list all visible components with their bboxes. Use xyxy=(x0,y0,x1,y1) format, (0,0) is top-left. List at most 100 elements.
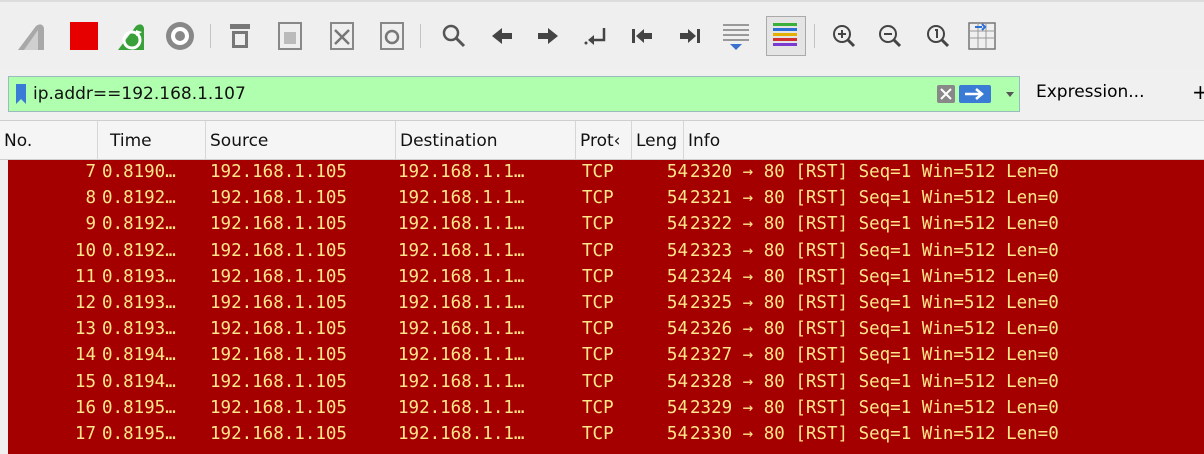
cell-src: 192.168.1.105 xyxy=(210,188,347,209)
table-row[interactable]: 15 0.8194… 192.168.1.105 192.168.1.1… TCP 54 2… xyxy=(8,370,1204,396)
add-filter-button[interactable]: + xyxy=(1192,80,1204,104)
cell-time: 0.8192… xyxy=(102,188,176,209)
close-file-icon[interactable] xyxy=(324,18,360,54)
stop-capture-icon[interactable] xyxy=(66,18,102,54)
autoscroll-icon[interactable] xyxy=(718,18,754,54)
cell-no: 13 xyxy=(74,319,96,340)
cell-src: 192.168.1.105 xyxy=(210,240,347,261)
go-last-packet-icon[interactable] xyxy=(672,18,708,54)
cell-info: 2328 → 80 [RST] Seq=1 Win=512 Len=0 xyxy=(690,371,1059,392)
display-filter-bar: Expression... + xyxy=(0,76,1204,114)
table-row[interactable]: 8 0.8192… 192.168.1.105 192.168.1.1… TCP 54 23… xyxy=(8,186,1204,212)
cell-info: 2320 → 80 [RST] Seq=1 Win=512 Len=0 xyxy=(690,162,1059,182)
table-row[interactable]: 7 0.8190… 192.168.1.105 192.168.1.1… TCP 54 23… xyxy=(8,160,1204,186)
cell-len: 54 xyxy=(666,371,688,392)
packet-rows: 7 0.8190… 192.168.1.105 192.168.1.1… TCP 54 23… xyxy=(8,160,1204,454)
go-forward-icon[interactable] xyxy=(530,18,566,54)
cell-time: 0.8192… xyxy=(102,240,176,261)
capture-options-icon[interactable] xyxy=(162,18,198,54)
column-header-info[interactable]: Info xyxy=(684,121,1204,159)
cell-time: 0.8195… xyxy=(102,423,176,444)
column-header-destination[interactable]: Destination xyxy=(396,121,576,159)
cell-time: 0.8194… xyxy=(102,345,176,366)
column-header-length[interactable]: Leng xyxy=(632,121,684,159)
cell-info: 2325 → 80 [RST] Seq=1 Win=512 Len=0 xyxy=(690,292,1059,313)
table-row[interactable]: 14 0.8194… 192.168.1.105 192.168.1.1… TCP 54 2… xyxy=(8,343,1204,369)
zoom-out-icon[interactable] xyxy=(872,18,908,54)
cell-len: 54 xyxy=(666,319,688,340)
cell-no: 12 xyxy=(74,292,96,313)
chevron-down-icon[interactable] xyxy=(1005,87,1015,101)
main-toolbar xyxy=(0,0,1204,70)
bookmark-icon[interactable] xyxy=(15,84,27,104)
cell-no: 10 xyxy=(74,240,96,261)
cell-len: 54 xyxy=(666,162,688,182)
zoom-in-icon[interactable] xyxy=(826,18,862,54)
column-header-time[interactable]: Time xyxy=(98,121,206,159)
cell-proto: TCP xyxy=(582,345,614,366)
table-row[interactable]: 17 0.8195… 192.168.1.105 192.168.1.1… TCP 54 2… xyxy=(8,422,1204,448)
cell-proto: TCP xyxy=(582,319,614,340)
start-capture-icon[interactable] xyxy=(14,18,50,54)
reload-file-icon[interactable] xyxy=(374,18,410,54)
cell-src: 192.168.1.105 xyxy=(210,397,347,418)
cell-time: 0.8193… xyxy=(102,292,176,313)
open-file-icon[interactable] xyxy=(222,18,258,54)
cell-dst: 192.168.1.1… xyxy=(398,319,525,340)
cell-no: 7 xyxy=(85,162,96,182)
table-row[interactable]: 16 0.8195… 192.168.1.105 192.168.1.1… TCP 54 2… xyxy=(8,396,1204,422)
colorize-icon[interactable] xyxy=(766,16,806,56)
cell-src: 192.168.1.105 xyxy=(210,162,347,182)
cell-len: 54 xyxy=(666,397,688,418)
cell-proto: TCP xyxy=(582,214,614,235)
table-row[interactable]: 12 0.8193… 192.168.1.105 192.168.1.1… TCP 54 2… xyxy=(8,291,1204,317)
clear-filter-icon[interactable] xyxy=(937,85,955,103)
cell-proto: TCP xyxy=(582,266,614,287)
find-packet-icon[interactable] xyxy=(436,18,472,54)
table-row[interactable]: 13 0.8193… 192.168.1.105 192.168.1.1… TCP 54 2… xyxy=(8,317,1204,343)
resize-columns-icon[interactable] xyxy=(964,18,1000,54)
cell-src: 192.168.1.105 xyxy=(210,319,347,340)
cell-len: 54 xyxy=(666,345,688,366)
cell-time: 0.8190… xyxy=(102,162,176,182)
go-back-icon[interactable] xyxy=(484,18,520,54)
cell-dst: 192.168.1.1… xyxy=(398,240,525,261)
cell-src: 192.168.1.105 xyxy=(210,266,347,287)
cell-dst: 192.168.1.1… xyxy=(398,423,525,444)
cell-dst: 192.168.1.1… xyxy=(398,266,525,287)
go-to-packet-icon[interactable] xyxy=(578,18,614,54)
go-first-packet-icon[interactable] xyxy=(624,18,660,54)
cell-info: 2327 → 80 [RST] Seq=1 Win=512 Len=0 xyxy=(690,345,1059,366)
column-header-protocol[interactable]: Prot‹ xyxy=(576,121,632,159)
expression-button[interactable]: Expression... xyxy=(1036,82,1145,102)
cell-dst: 192.168.1.1… xyxy=(398,292,525,313)
save-file-icon[interactable] xyxy=(272,18,308,54)
cell-dst: 192.168.1.1… xyxy=(398,397,525,418)
normal-size-icon[interactable] xyxy=(920,18,956,54)
packet-list: No. Time Source Destination Prot‹ Leng I… xyxy=(0,120,1204,454)
cell-dst: 192.168.1.1… xyxy=(398,371,525,392)
cell-len: 54 xyxy=(666,266,688,287)
display-filter-input[interactable] xyxy=(33,77,893,111)
cell-no: 11 xyxy=(74,266,96,287)
cell-len: 54 xyxy=(666,214,688,235)
cell-dst: 192.168.1.1… xyxy=(398,162,525,182)
cell-info: 2329 → 80 [RST] Seq=1 Win=512 Len=0 xyxy=(690,397,1059,418)
table-row[interactable]: 11 0.8193… 192.168.1.105 192.168.1.1… TCP 54 2… xyxy=(8,265,1204,291)
cell-time: 0.8193… xyxy=(102,319,176,340)
cell-info: 2323 → 80 [RST] Seq=1 Win=512 Len=0 xyxy=(690,240,1059,261)
cell-src: 192.168.1.105 xyxy=(210,292,347,313)
display-filter-box xyxy=(8,76,1020,112)
cell-no: 14 xyxy=(74,345,96,366)
table-row[interactable]: 10 0.8192… 192.168.1.105 192.168.1.1… TCP 54 2… xyxy=(8,239,1204,265)
column-header-no[interactable]: No. xyxy=(0,121,98,159)
cell-dst: 192.168.1.1… xyxy=(398,345,525,366)
table-row[interactable]: 9 0.8192… 192.168.1.105 192.168.1.1… TCP 54 23… xyxy=(8,212,1204,238)
column-header-source[interactable]: Source xyxy=(206,121,396,159)
restart-capture-icon[interactable] xyxy=(114,18,150,54)
cell-src: 192.168.1.105 xyxy=(210,423,347,444)
cell-no: 9 xyxy=(85,214,96,235)
apply-filter-icon[interactable] xyxy=(959,85,991,103)
cell-proto: TCP xyxy=(582,240,614,261)
cell-no: 16 xyxy=(74,397,96,418)
